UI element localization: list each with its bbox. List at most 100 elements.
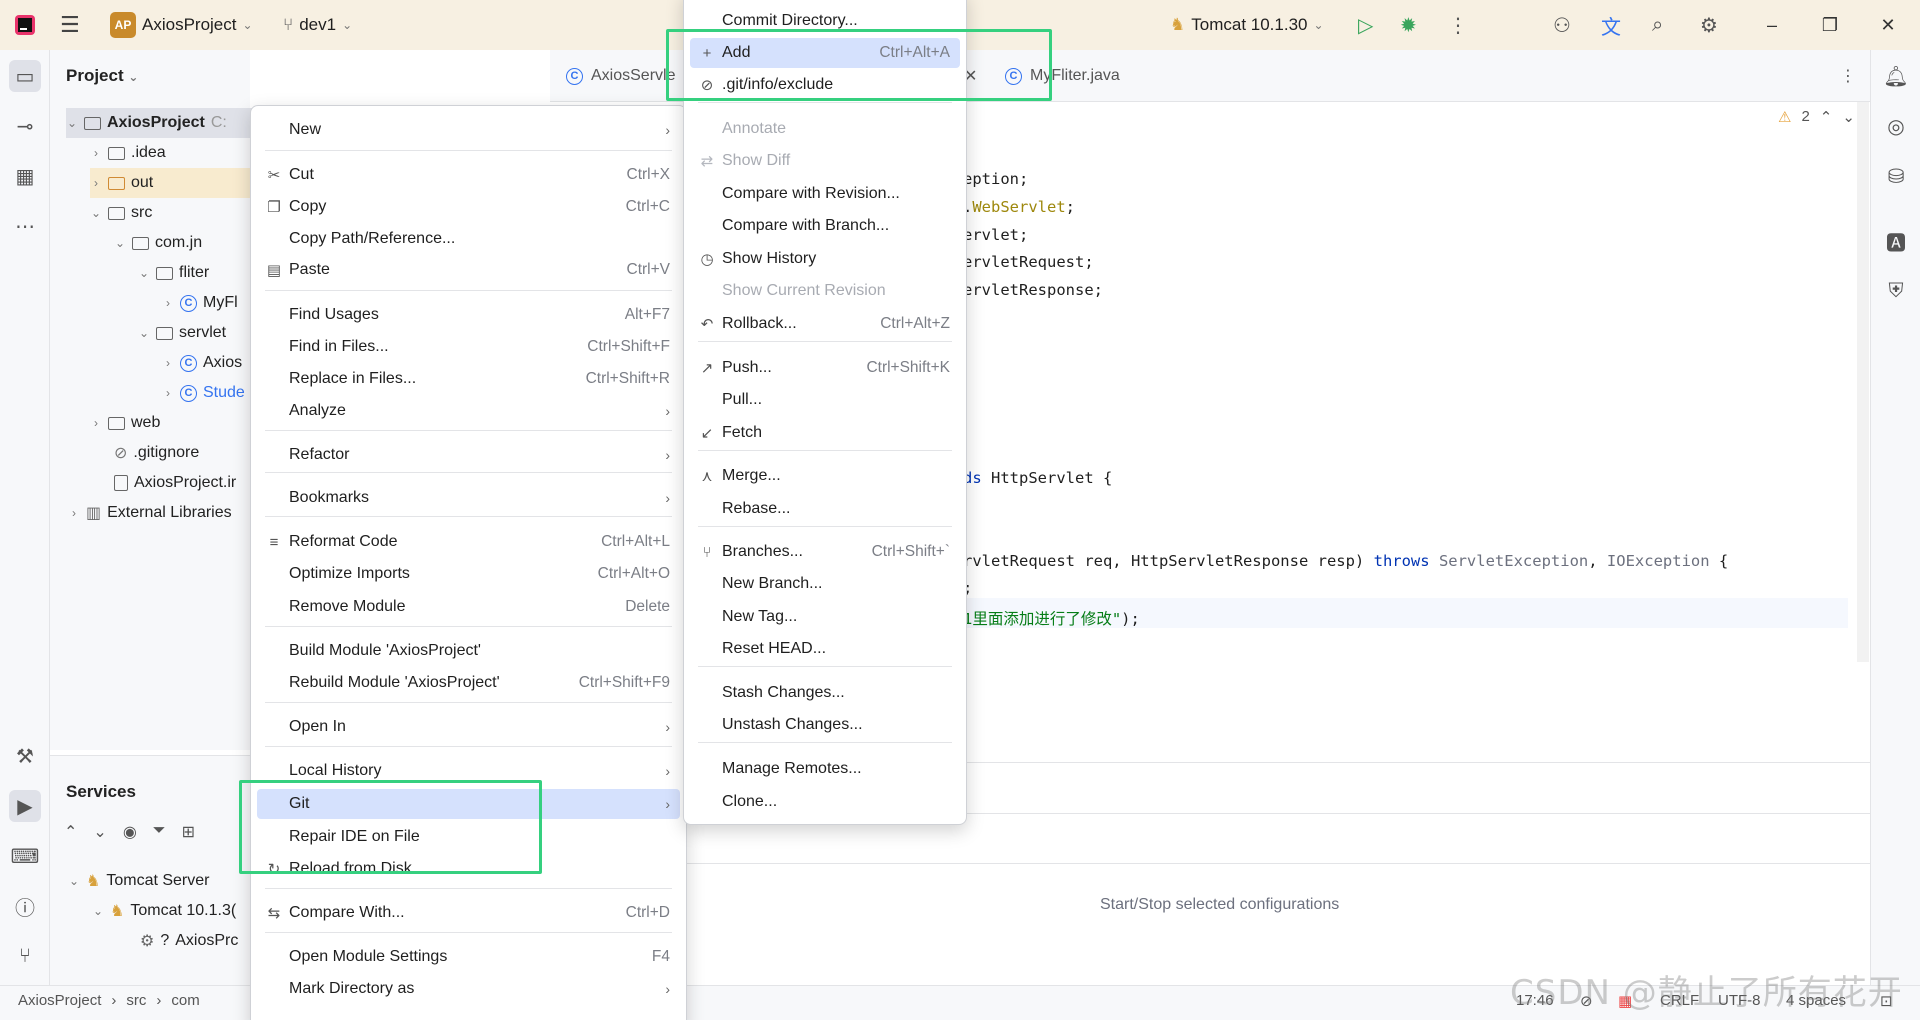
breadcrumb-item[interactable]: com	[171, 992, 199, 1009]
debug-icon[interactable]: ✹	[1400, 0, 1417, 50]
menu-item-copy-path-reference[interactable]: Copy Path/Reference...	[257, 224, 680, 254]
tab-axios-servlet[interactable]: C AxiosServle	[566, 50, 675, 102]
maximize-icon[interactable]: ❐	[1808, 0, 1852, 50]
services-tool-icon[interactable]: ▶	[9, 790, 41, 822]
tree-item-package[interactable]: ⌄ com.jn	[114, 228, 202, 258]
app-logo-icon[interactable]	[14, 0, 36, 50]
tree-item-servlet[interactable]: ⌄ servlet	[138, 318, 226, 348]
menu-item-cut[interactable]: ✂ Cut Ctrl+X	[257, 160, 680, 190]
tree-item-fliter[interactable]: ⌄ fliter	[138, 258, 209, 288]
run-config-selector[interactable]: ♞ Tomcat 10.1.30 ⌄	[1170, 0, 1324, 50]
tree-item-class[interactable]: › C Axios	[162, 348, 242, 378]
editor-scrollbar[interactable]	[1857, 102, 1869, 662]
menu-item-stash-changes[interactable]: Stash Changes...	[690, 678, 960, 708]
minimize-icon[interactable]: –	[1750, 0, 1794, 50]
menu-item-rebuild-module-axiosproject[interactable]: Rebuild Module 'AxiosProject' Ctrl+Shift+…	[257, 668, 680, 698]
tree-item-out[interactable]: › out	[90, 168, 266, 198]
add-service-icon[interactable]: ⊞	[182, 822, 195, 842]
build-tool-icon[interactable]: ⚒	[9, 740, 41, 772]
search-icon[interactable]: ⌕	[1652, 0, 1663, 50]
branch-selector[interactable]: ⑂ dev1 ⌄	[283, 0, 352, 50]
problems-tool-icon[interactable]: ⓘ	[9, 890, 41, 922]
menu-item-new-tag[interactable]: New Tag...	[690, 602, 960, 632]
ai-assistant-icon[interactable]: ◎	[1880, 110, 1912, 142]
menu-item-git-info-exclude[interactable]: ⊘ .git/info/exclude	[690, 70, 960, 100]
translate-icon[interactable]: 文	[1601, 0, 1621, 50]
expand-all-icon[interactable]: ⌃	[64, 822, 77, 842]
menu-item-find-in-files[interactable]: Find in Files... Ctrl+Shift+F	[257, 332, 680, 362]
menu-item-local-history[interactable]: Local History ›	[257, 756, 680, 786]
menu-item-show-history[interactable]: ◷ Show History	[690, 244, 960, 274]
main-menu-icon[interactable]: ☰	[60, 0, 80, 50]
menu-item-pull[interactable]: Pull...	[690, 385, 960, 415]
menu-item-reformat-code[interactable]: ≡ Reformat Code Ctrl+Alt+L	[257, 527, 680, 557]
menu-item-bookmarks[interactable]: Bookmarks ›	[257, 483, 680, 513]
menu-item-commit-directory[interactable]: Commit Directory...	[690, 6, 960, 36]
menu-item-unstash-changes[interactable]: Unstash Changes...	[690, 710, 960, 740]
menu-item-rollback[interactable]: ↶ Rollback... Ctrl+Alt+Z	[690, 309, 960, 339]
tree-item-web[interactable]: › web	[90, 408, 160, 438]
project-tool-icon[interactable]: ▭	[9, 60, 41, 92]
structure-tool-icon[interactable]: ▦	[9, 160, 41, 192]
breadcrumb-item[interactable]: AxiosProject	[18, 992, 101, 1009]
menu-item-reset-head[interactable]: Reset HEAD...	[690, 634, 960, 664]
run-icon[interactable]: ▷	[1358, 0, 1373, 50]
menu-item-add[interactable]: + Add Ctrl+Alt+A	[690, 38, 960, 68]
menu-item-clone[interactable]: Clone...	[690, 787, 960, 817]
menu-item-find-usages[interactable]: Find Usages Alt+F7	[257, 300, 680, 330]
service-artifact[interactable]: ⚙? AxiosPrc	[140, 926, 238, 956]
more-tools-icon[interactable]: ⋯	[9, 210, 41, 242]
project-selector[interactable]: AP AxiosProject ⌄	[110, 0, 253, 50]
menu-item-repair-ide-on-file[interactable]: Repair IDE on File	[257, 822, 680, 852]
menu-item-remove-module[interactable]: Remove Module Delete	[257, 592, 680, 622]
tree-item-idea[interactable]: › .idea	[90, 138, 166, 168]
tree-item-iml[interactable]: AxiosProject.ir	[114, 468, 236, 498]
tab-options-icon[interactable]: ⋮	[1840, 50, 1856, 102]
project-panel-title[interactable]: Project ⌄	[66, 66, 138, 86]
menu-item-replace-in-files[interactable]: Replace in Files... Ctrl+Shift+R	[257, 364, 680, 394]
database-icon[interactable]: ⛁	[1880, 160, 1912, 192]
add-user-icon[interactable]: ⚇	[1553, 0, 1571, 50]
terminal-tool-icon[interactable]: ⌨	[9, 840, 41, 872]
settings-icon[interactable]: ⚙	[1700, 0, 1718, 50]
git-tool-icon[interactable]: ⑂	[9, 940, 41, 972]
more-icon[interactable]: ⋮	[1448, 0, 1468, 50]
tree-item-class[interactable]: › C MyFl	[162, 288, 238, 318]
tab-myfliter[interactable]: C MyFliter.java	[1005, 50, 1120, 102]
menu-item-manage-remotes[interactable]: Manage Remotes...	[690, 754, 960, 784]
menu-item-analyze[interactable]: Analyze ›	[257, 396, 680, 426]
filter-icon[interactable]: ⏷	[153, 822, 166, 842]
menu-item-copy[interactable]: ❐ Copy Ctrl+C	[257, 192, 680, 222]
font-tool-icon[interactable]: 🅰︎	[1880, 225, 1912, 257]
tree-item-external-libraries[interactable]: › ▥ External Libraries	[68, 498, 232, 528]
notifications-icon[interactable]: 🔔︎	[1880, 60, 1912, 92]
service-tomcat-server[interactable]: ⌄ ♞ Tomcat Server	[68, 866, 210, 896]
menu-item-mark-directory-as[interactable]: Mark Directory as ›	[257, 974, 680, 1004]
menu-item-push[interactable]: ↗ Push... Ctrl+Shift+K	[690, 353, 960, 383]
menu-item-branches[interactable]: ⑂ Branches... Ctrl+Shift+`	[690, 537, 960, 567]
shield-icon[interactable]: ⛨	[1880, 275, 1912, 307]
menu-item-compare-with-branch[interactable]: Compare with Branch...	[690, 211, 960, 241]
menu-item-new-branch[interactable]: New Branch...	[690, 569, 960, 599]
menu-item-open-in[interactable]: Open In ›	[257, 712, 680, 742]
commit-tool-icon[interactable]: ⊸	[9, 110, 41, 142]
menu-item-merge[interactable]: ⋏ Merge...	[690, 461, 960, 491]
eye-icon[interactable]: ◉	[123, 822, 137, 842]
menu-item-reload-from-disk[interactable]: ↻ Reload from Disk	[257, 854, 680, 884]
menu-item-rebase[interactable]: Rebase...	[690, 494, 960, 524]
tree-item-gitignore[interactable]: ⊘ .gitignore	[114, 438, 199, 468]
menu-item-git[interactable]: Git ›	[257, 789, 680, 819]
breadcrumb-item[interactable]: src	[126, 992, 146, 1009]
tree-item-root[interactable]: ⌄ AxiosProject C:	[66, 108, 266, 138]
menu-item-compare-with-revision[interactable]: Compare with Revision...	[690, 179, 960, 209]
menu-item-compare-with[interactable]: ⇆ Compare With... Ctrl+D	[257, 898, 680, 928]
inspection-widget[interactable]: ⚠ 2 ⌃ ⌄	[1778, 108, 1855, 126]
menu-item-open-module-settings[interactable]: Open Module Settings F4	[257, 942, 680, 972]
menu-item-optimize-imports[interactable]: Optimize Imports Ctrl+Alt+O	[257, 559, 680, 589]
menu-item-new[interactable]: New ›	[257, 115, 680, 145]
service-tomcat-instance[interactable]: ⌄ ♞ Tomcat 10.1.3(	[92, 896, 236, 926]
tree-item-src[interactable]: ⌄ src	[90, 198, 152, 228]
menu-item-build-module-axiosproject[interactable]: Build Module 'AxiosProject'	[257, 636, 680, 666]
close-icon[interactable]: ✕	[1866, 0, 1910, 50]
menu-item-refactor[interactable]: Refactor ›	[257, 440, 680, 470]
